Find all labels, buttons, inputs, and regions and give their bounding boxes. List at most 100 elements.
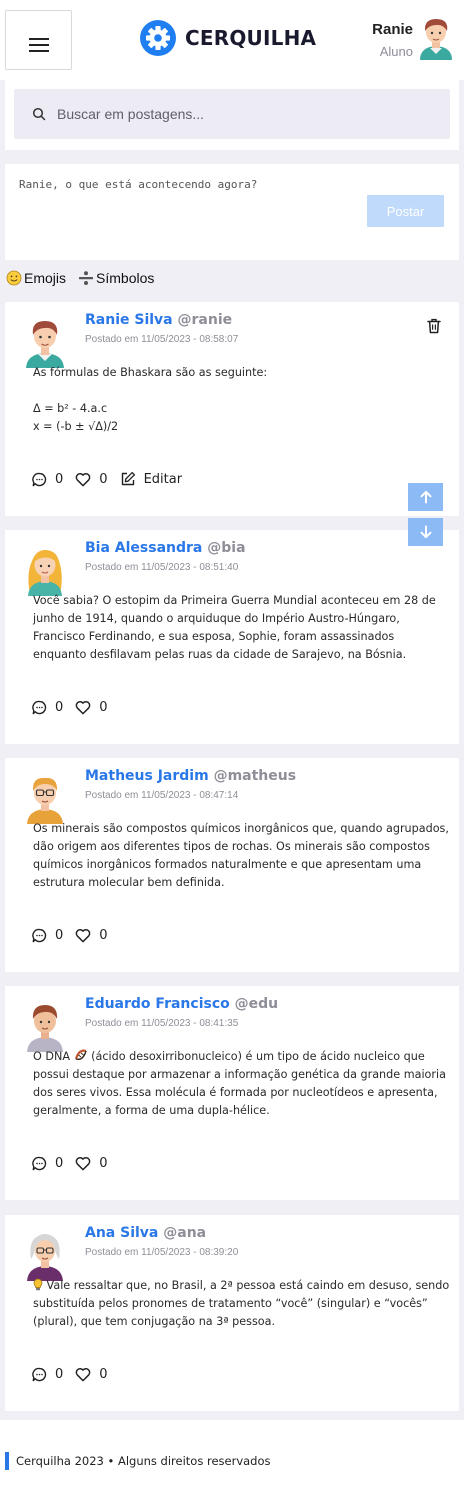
- post-actions: 0 0: [32, 926, 120, 944]
- comment-button[interactable]: 0: [32, 700, 63, 715]
- comment-button[interactable]: 0: [32, 1156, 63, 1171]
- post-date: Postado em 11/05/2023 - 08:47:14: [85, 790, 239, 801]
- author-line: Eduardo Francisco @edu: [85, 996, 278, 1012]
- post-card: Bia Alessandra @bia Postado em 11/05/202…: [5, 530, 459, 744]
- heart-icon: [75, 928, 91, 942]
- like-count: 0: [99, 1155, 108, 1171]
- author-name[interactable]: Matheus Jardim: [85, 768, 209, 784]
- like-count: 0: [99, 699, 108, 715]
- author-handle: @ranie: [177, 312, 233, 328]
- post-actions: 0 0 Editar: [32, 470, 194, 488]
- author-handle: @edu: [234, 996, 279, 1012]
- post-text: Os minerais são compostos químicos inorg…: [33, 822, 449, 889]
- post-card: Matheus Jardim @matheus Postado em 11/05…: [5, 758, 459, 972]
- post-body: As fórmulas de Bhaskara são as seguinte:…: [33, 364, 451, 436]
- comment-count: 0: [55, 699, 64, 715]
- compose-tools: Emojis Símbolos: [6, 269, 166, 287]
- author-avatar: [27, 1005, 63, 1052]
- like-count: 0: [99, 927, 108, 943]
- symbols-button[interactable]: Símbolos: [78, 270, 154, 286]
- like-button[interactable]: 0: [75, 471, 108, 487]
- footer-accent-bar: [5, 1452, 9, 1470]
- comment-bubble-icon: [32, 1156, 47, 1170]
- symbols-label: Símbolos: [96, 270, 155, 286]
- user-name: Ranie: [372, 21, 413, 38]
- user-profile[interactable]: Ranie Aluno: [264, 14, 464, 64]
- post-date: Postado em 11/05/2023 - 08:58:07: [85, 334, 239, 345]
- like-button[interactable]: 0: [75, 699, 108, 715]
- trash-icon[interactable]: [427, 318, 441, 334]
- scroll-down-button[interactable]: [408, 518, 443, 546]
- like-button[interactable]: 0: [75, 1367, 108, 1382]
- post-body: Vale ressaltar que, no Brasil, a 2ª pess…: [33, 1277, 451, 1331]
- gear-icon: [140, 20, 176, 56]
- author-line: Matheus Jardim @matheus: [85, 768, 296, 784]
- comment-count: 0: [55, 471, 64, 487]
- edit-pencil-icon: [121, 471, 135, 486]
- post-text: Vale ressaltar que, no Brasil, a 2ª pess…: [33, 1278, 450, 1328]
- post-date: Postado em 11/05/2023 - 08:51:40: [85, 562, 239, 573]
- author-line: Bia Alessandra @bia: [85, 540, 246, 556]
- heart-icon: [75, 700, 91, 714]
- post-text: As fórmulas de Bhaskara são as seguinte:…: [33, 366, 268, 433]
- author-handle: @matheus: [213, 768, 297, 784]
- post-actions: 0 0: [32, 1154, 120, 1172]
- author-avatar: [27, 1234, 63, 1281]
- author-name[interactable]: Ranie Silva: [85, 312, 173, 328]
- divide-icon: [79, 271, 94, 285]
- like-button[interactable]: 0: [75, 1155, 108, 1171]
- heart-icon: [75, 1156, 91, 1170]
- post-date: Postado em 11/05/2023 - 08:41:35: [85, 1018, 239, 1029]
- comment-bubble-icon: [32, 700, 47, 714]
- arrow-up-icon: [420, 490, 431, 504]
- author-name[interactable]: Ana Silva: [85, 1225, 158, 1241]
- author-handle: @ana: [163, 1225, 207, 1241]
- author-handle: @bia: [207, 540, 246, 556]
- post-button[interactable]: Postar: [367, 195, 444, 227]
- app-header: CERQUILHA Ranie Aluno: [0, 0, 464, 80]
- emojis-button[interactable]: Emojis: [6, 270, 66, 286]
- compose-textarea[interactable]: Ranie, o que está acontecendo agora?: [19, 178, 257, 191]
- search-icon: [32, 107, 46, 121]
- heart-icon: [75, 1367, 91, 1381]
- author-line: Ana Silva @ana: [85, 1225, 206, 1241]
- post-card: Eduardo Francisco @edu Postado em 11/05/…: [5, 986, 459, 1200]
- comment-bubble-icon: [32, 1367, 47, 1381]
- scroll-up-button[interactable]: [408, 483, 443, 511]
- footer-text: Cerquilha 2023 • Alguns direitos reserva…: [16, 1454, 271, 1468]
- author-name[interactable]: Bia Alessandra: [85, 540, 202, 556]
- author-line: Ranie Silva @ranie: [85, 312, 232, 328]
- comment-count: 0: [55, 927, 64, 943]
- post-card: Ana Silva @ana Postado em 11/05/2023 - 0…: [5, 1215, 459, 1411]
- author-name[interactable]: Eduardo Francisco: [85, 996, 230, 1012]
- post-date: Postado em 11/05/2023 - 08:39:20: [85, 1247, 239, 1258]
- hamburger-icon: [29, 38, 49, 40]
- like-count: 0: [99, 471, 108, 487]
- menu-button[interactable]: [5, 10, 72, 70]
- edit-button[interactable]: Editar: [120, 471, 182, 487]
- comment-count: 0: [55, 1366, 64, 1382]
- user-avatar: [420, 19, 452, 60]
- lightbulb-icon: [33, 1278, 43, 1291]
- search-section: Buscar em postagens...: [5, 80, 459, 150]
- author-avatar: [27, 777, 63, 824]
- post-text: Você sabia? O estopim da Primeira Guerra…: [33, 594, 436, 661]
- comment-bubble-icon: [32, 472, 47, 486]
- post-body: Os minerais são compostos químicos inorg…: [33, 820, 451, 892]
- page-footer: Cerquilha 2023 • Alguns direitos reserva…: [0, 1420, 464, 1502]
- dna-icon: [74, 1049, 87, 1061]
- post-body: Você sabia? O estopim da Primeira Guerra…: [33, 592, 451, 664]
- post-actions: 0 0: [32, 698, 120, 716]
- search-placeholder: Buscar em postagens...: [57, 106, 205, 122]
- heart-icon: [75, 472, 91, 486]
- smiley-icon: [6, 270, 22, 286]
- emojis-label: Emojis: [24, 270, 67, 286]
- like-button[interactable]: 0: [75, 927, 108, 943]
- post-actions: 0 0: [32, 1365, 120, 1383]
- author-avatar: [26, 321, 64, 368]
- search-input[interactable]: Buscar em postagens...: [14, 89, 450, 139]
- comment-button[interactable]: 0: [32, 928, 63, 943]
- comment-button[interactable]: 0: [32, 472, 63, 487]
- comment-button[interactable]: 0: [32, 1367, 63, 1382]
- compose-box: Ranie, o que está acontecendo agora? Pos…: [5, 164, 459, 260]
